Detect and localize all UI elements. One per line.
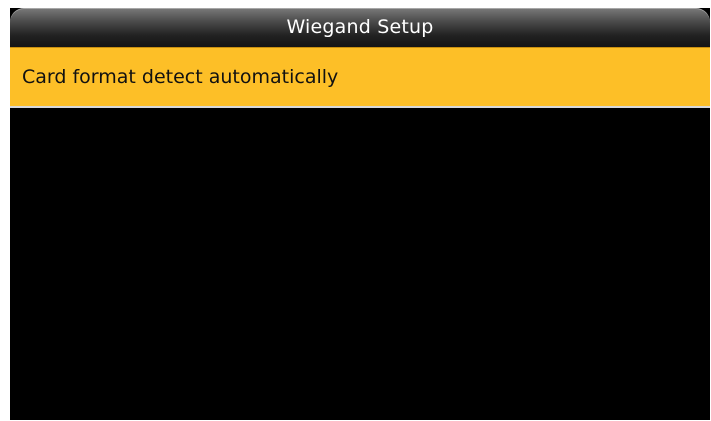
title-bar: Wiegand Setup — [10, 8, 710, 47]
menu-item-card-format-detect[interactable]: Card format detect automatically — [10, 47, 710, 108]
page-title: Wiegand Setup — [286, 16, 434, 38]
menu-item-label: Card format detect automatically — [22, 66, 339, 88]
device-screen: Wiegand Setup Card format detect automat… — [10, 8, 710, 420]
menu-list: Card format detect automatically — [10, 47, 710, 108]
